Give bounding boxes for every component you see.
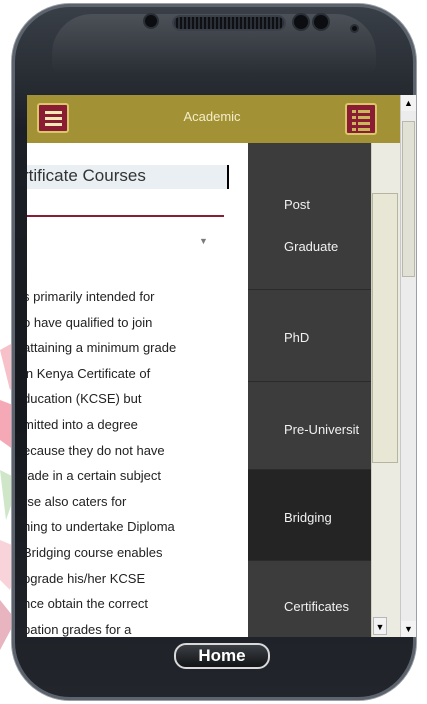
side-item-phd[interactable]: PhD	[248, 290, 371, 382]
side-menu-scrollbar[interactable]	[371, 143, 400, 637]
side-item-certificates[interactable]: Certificates	[248, 561, 371, 637]
side-menu-scroll-thumb[interactable]	[372, 193, 398, 463]
front-camera-icon	[294, 15, 308, 29]
home-button[interactable]: Home	[174, 643, 270, 669]
page-scroll-thumb[interactable]	[402, 121, 415, 277]
hamburger-line-icon	[45, 123, 62, 126]
main-content: rtificate Courses ▼ s primarily intended…	[27, 143, 248, 637]
body-line: hing to undertake Diploma	[27, 519, 175, 535]
side-item-label: Pre-Universit	[284, 422, 360, 437]
earpiece-speaker	[174, 17, 284, 29]
side-item-label: Post	[284, 197, 311, 212]
side-item-label: Graduate	[284, 239, 339, 254]
body-line: s primarily intended for	[27, 289, 155, 304]
side-item-label: PhD	[284, 330, 310, 345]
body-line: pgrade his/her KCSE	[27, 570, 146, 586]
menu-button[interactable]	[37, 103, 69, 133]
sensor-icon	[314, 15, 328, 29]
body-line: ecause they do not have	[27, 442, 165, 458]
page-title-box: rtificate Courses	[27, 165, 229, 189]
side-item-bridging[interactable]: Bridging	[248, 470, 371, 561]
page-title: rtificate Courses	[27, 166, 146, 185]
body-line: attaining a minimum grade	[27, 340, 177, 356]
body-line: pation grades for a	[27, 621, 132, 637]
scroll-down-arrow-icon[interactable]: ▼	[401, 621, 416, 637]
side-item-pre-university[interactable]: Pre-Universit	[248, 382, 371, 470]
side-item-post-graduate[interactable]: Post Graduate	[248, 143, 371, 290]
header-title: Academic	[183, 109, 241, 124]
body-line: mitted into a degree	[27, 416, 138, 432]
body-line: rade in a certain subject	[27, 468, 162, 484]
body-line: ducation (KCSE) but	[27, 391, 142, 407]
proximity-sensor-icon	[145, 15, 157, 27]
app-header: Academic	[27, 95, 400, 143]
side-menu: Post Graduate PhD Pre-Universit Bridging…	[248, 143, 371, 637]
side-item-label: Bridging	[284, 510, 332, 525]
title-divider	[27, 215, 224, 217]
body-line: nce obtain the correct	[27, 596, 149, 612]
list-menu-button[interactable]	[345, 103, 377, 135]
dropdown-arrow-icon[interactable]: ▼	[199, 236, 208, 246]
body-line: Bridging course enables	[27, 544, 163, 560]
body-line: rse also caters for	[27, 493, 127, 509]
side-scroll-down-arrow-icon[interactable]: ▼	[373, 617, 387, 635]
scroll-up-arrow-icon[interactable]: ▲	[401, 95, 416, 111]
page-scrollbar[interactable]: ▲ ▼	[400, 95, 416, 637]
course-description: s primarily intended for o have qualifie…	[27, 284, 248, 637]
led-indicator-icon	[352, 26, 357, 31]
body-line: o have qualified to join	[27, 314, 153, 330]
side-item-label: Certificates	[284, 599, 350, 614]
body-line: in Kenya Certificate of	[27, 365, 151, 381]
hamburger-line-icon	[45, 111, 62, 114]
app-screen: Academic rtificate Courses ▼ s primarily…	[27, 95, 416, 637]
hamburger-line-icon	[45, 117, 62, 120]
